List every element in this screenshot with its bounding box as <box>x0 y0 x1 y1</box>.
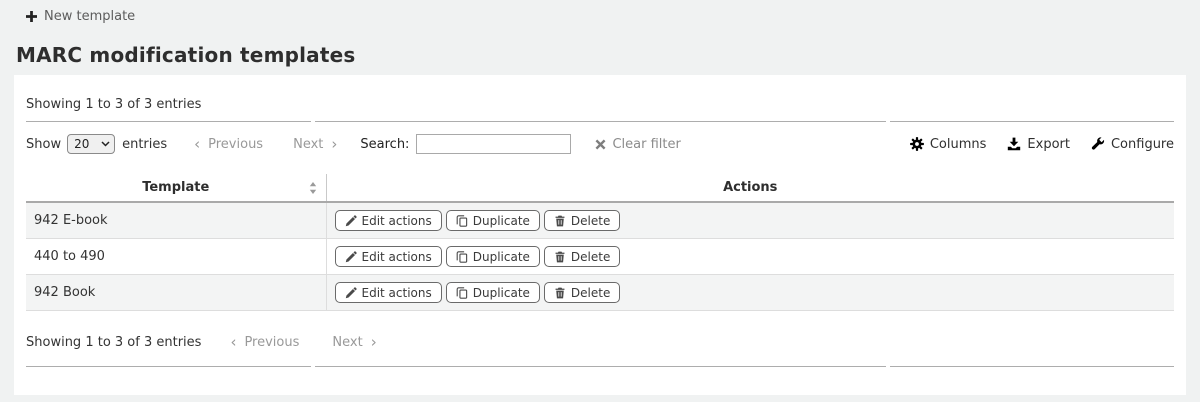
new-template-button[interactable]: New template <box>26 9 135 24</box>
divider-top <box>26 121 1174 122</box>
next-button-top[interactable]: Next › <box>293 137 337 152</box>
table-info-bottom: Showing 1 to 3 of 3 entries <box>26 335 201 350</box>
previous-button-bottom[interactable]: ‹ Previous <box>230 335 299 350</box>
column-header-template[interactable]: Template <box>26 174 326 202</box>
table-controls: Show 20 entries ‹ Previous Next › Search… <box>26 133 1174 155</box>
new-template-label: New template <box>44 9 135 24</box>
copy-icon <box>456 251 468 263</box>
gear-icon <box>910 137 924 151</box>
delete-button[interactable]: Delete <box>544 246 620 267</box>
edit-actions-button[interactable]: Edit actions <box>335 282 442 303</box>
table-row: 440 to 490 Edit actions Duplicate Delete <box>26 239 1174 275</box>
show-label: Show <box>26 137 61 152</box>
edit-actions-button[interactable]: Edit actions <box>335 246 442 267</box>
chevron-right-icon: › <box>331 137 337 152</box>
x-icon <box>595 139 606 150</box>
pencil-icon <box>345 287 357 299</box>
pencil-icon <box>345 251 357 263</box>
trash-icon <box>554 287 566 299</box>
wrench-icon <box>1091 137 1105 151</box>
template-name-cell: 942 Book <box>26 275 326 311</box>
trash-icon <box>554 251 566 263</box>
previous-button-top[interactable]: ‹ Previous <box>194 137 263 152</box>
template-name-cell: 942 E-book <box>26 202 326 239</box>
copy-icon <box>456 287 468 299</box>
table-footer: Showing 1 to 3 of 3 entries ‹ Previous N… <box>26 334 1174 350</box>
search-input[interactable] <box>416 134 571 154</box>
next-button-bottom[interactable]: Next › <box>332 335 376 350</box>
page-length-select[interactable]: 20 <box>67 134 115 154</box>
page-title: MARC modification templates <box>16 43 1200 67</box>
edit-actions-button[interactable]: Edit actions <box>335 210 442 231</box>
delete-button[interactable]: Delete <box>544 282 620 303</box>
divider-bottom <box>26 366 1174 367</box>
duplicate-button[interactable]: Duplicate <box>446 282 540 303</box>
plus-icon <box>26 11 37 22</box>
columns-button[interactable]: Columns <box>910 137 987 152</box>
templates-table: Template Actions 942 E-book Edit actio <box>26 174 1174 311</box>
configure-button[interactable]: Configure <box>1091 137 1174 152</box>
chevron-right-icon: › <box>371 335 377 350</box>
trash-icon <box>554 215 566 227</box>
clear-filter-button[interactable]: Clear filter <box>595 137 680 152</box>
export-button[interactable]: Export <box>1007 137 1070 152</box>
sort-icon <box>309 181 317 194</box>
entries-label: entries <box>122 137 167 152</box>
chevron-left-icon: ‹ <box>230 335 236 350</box>
template-name-cell: 440 to 490 <box>26 239 326 275</box>
copy-icon <box>456 215 468 227</box>
download-icon <box>1007 137 1021 151</box>
column-header-actions: Actions <box>326 174 1174 202</box>
table-row: 942 E-book Edit actions Duplicate Delete <box>26 202 1174 239</box>
templates-panel: Showing 1 to 3 of 3 entries Show 20 entr… <box>14 75 1186 395</box>
duplicate-button[interactable]: Duplicate <box>446 246 540 267</box>
search-label: Search: <box>360 137 409 152</box>
table-info-top: Showing 1 to 3 of 3 entries <box>26 75 1174 112</box>
pencil-icon <box>345 215 357 227</box>
table-row: 942 Book Edit actions Duplicate Delete <box>26 275 1174 311</box>
delete-button[interactable]: Delete <box>544 210 620 231</box>
chevron-left-icon: ‹ <box>194 137 200 152</box>
top-toolbar: New template <box>0 0 1200 26</box>
duplicate-button[interactable]: Duplicate <box>446 210 540 231</box>
